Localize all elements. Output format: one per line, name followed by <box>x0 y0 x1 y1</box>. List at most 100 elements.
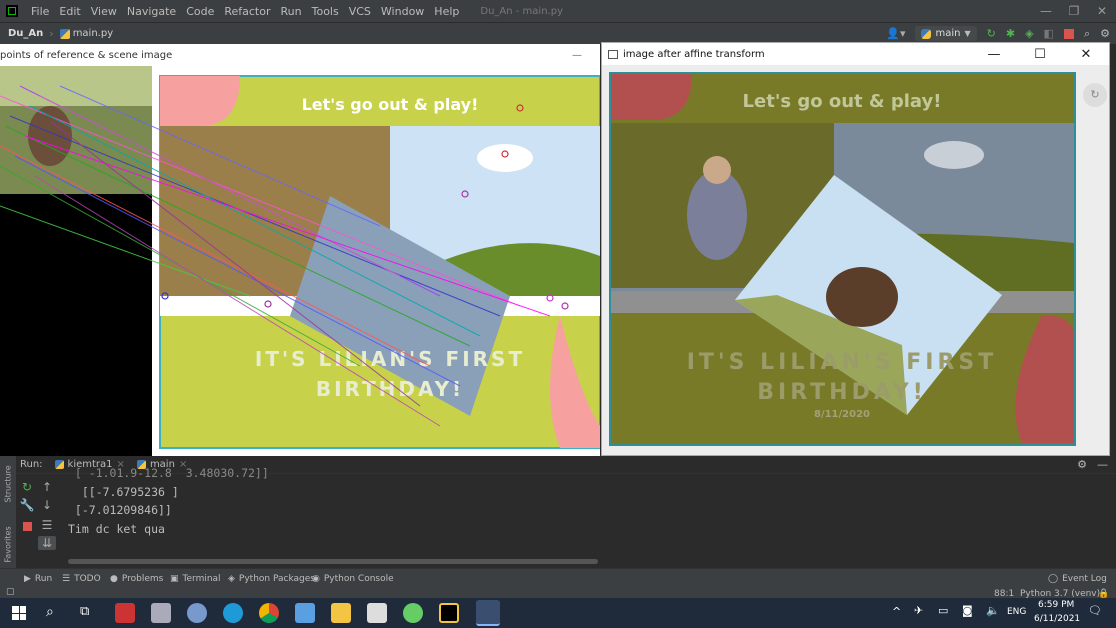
show-hidden-icons[interactable]: ^ <box>892 605 901 618</box>
left-side-strip: Structure Favorites <box>0 456 16 568</box>
taskbar-app-globe-icon[interactable] <box>403 603 423 623</box>
list-icon: ☰ <box>62 574 71 584</box>
menu-edit[interactable]: Edit <box>54 5 85 18</box>
run-config-selector[interactable]: main ▼ <box>915 26 977 41</box>
menu-run[interactable]: Run <box>276 5 307 18</box>
menu-refactor[interactable]: Refactor <box>219 5 275 18</box>
maximize-button[interactable]: ☐ <box>1017 47 1063 62</box>
matches-canvas: Let's go out & play! IT'S LILIAN'S FIRST… <box>0 66 600 458</box>
search-icon[interactable]: ⌕ <box>46 604 54 620</box>
affine-result-window[interactable]: image after affine transform — ☐ ✕ Let's… <box>601 42 1110 456</box>
clock-time[interactable]: 6:59 PM <box>1038 600 1074 610</box>
ide-close-button[interactable]: ✕ <box>1088 4 1116 18</box>
structure-tab[interactable]: Structure <box>4 459 13 502</box>
breadcrumb-file[interactable]: main.py <box>73 28 113 39</box>
taskbar-app-sphere-icon[interactable] <box>187 603 207 623</box>
keypoint-matches-window[interactable]: points of reference & scene image — Let'… <box>0 44 600 458</box>
tab-todo-label: TODO <box>74 574 101 584</box>
transformed-image-canvas: Let's go out & play! IT'S LILIAN'S FIRST… <box>602 65 1109 455</box>
tab-terminal-label: Terminal <box>182 574 221 584</box>
scene-line1: IT'S LILIAN'S FIRST <box>255 347 525 371</box>
refresh-icon[interactable]: ↻ <box>1083 83 1107 107</box>
console-line: [ -1.01.9-12.8 3.48030.72]] <box>68 466 269 480</box>
layout-icon[interactable]: ▢ <box>6 587 15 597</box>
window-app-icon <box>608 49 618 59</box>
event-log-icon: ◯ <box>1048 574 1059 584</box>
tab-python-packages[interactable]: ◈ Python Packages <box>228 574 315 584</box>
stop-icon[interactable] <box>18 520 36 534</box>
network-icon[interactable]: ✈ <box>914 604 923 617</box>
window-title-bar[interactable]: points of reference & scene image — <box>0 44 600 66</box>
breadcrumb-project[interactable]: Du_An <box>8 28 43 39</box>
down-arrow-icon[interactable]: ↓ <box>38 498 56 512</box>
profile-icon[interactable]: ◧ <box>1044 27 1054 40</box>
horizontal-scrollbar[interactable] <box>68 559 598 564</box>
pycharm-icon[interactable] <box>439 603 459 623</box>
close-button[interactable]: ✕ <box>1063 47 1109 62</box>
taskbar-app-bird-icon[interactable] <box>151 603 171 623</box>
tab-problems-label: Problems <box>121 574 164 584</box>
search-icon[interactable]: ⌕ <box>1084 27 1090 41</box>
volume-icon[interactable]: 🔈 <box>986 604 1000 617</box>
run-label: Run: <box>20 459 43 470</box>
scroll-to-end-icon[interactable]: ⇊ <box>38 536 56 550</box>
ide-minimize-button[interactable]: — <box>1032 4 1060 18</box>
window-title-bar[interactable]: image after affine transform — ☐ ✕ <box>602 43 1109 65</box>
user-icon[interactable]: 👤▾ <box>886 27 905 40</box>
task-view-icon[interactable]: ⧉ <box>80 604 89 619</box>
clock-date[interactable]: 6/11/2021 <box>1034 614 1080 624</box>
taskbar-app-flag-icon[interactable] <box>115 603 135 623</box>
up-arrow-icon[interactable]: ↑ <box>38 480 56 494</box>
notification-icon[interactable]: 🗨 <box>1088 604 1102 617</box>
event-log-button[interactable]: ◯ Event Log <box>1048 574 1107 584</box>
camera-icon[interactable]: ◙ <box>962 604 973 617</box>
battery-icon[interactable]: ▭ <box>938 604 948 617</box>
chrome-browser-icon[interactable] <box>259 603 279 623</box>
windows-start-icon[interactable] <box>12 606 26 620</box>
tab-run[interactable]: ▶ Run <box>24 574 52 584</box>
menu-file[interactable]: File <box>26 5 54 18</box>
result-date: 8/11/2020 <box>814 409 870 420</box>
rerun-icon[interactable]: ↻ <box>18 480 36 494</box>
app-logo-icon[interactable] <box>6 5 18 17</box>
python-app-icon[interactable] <box>476 600 500 626</box>
settings-gear-icon[interactable]: ⚙ <box>1077 458 1087 471</box>
debug-icon[interactable]: ✱ <box>1006 27 1015 40</box>
menu-view[interactable]: View <box>86 5 122 18</box>
wrench-icon[interactable]: 🔧 <box>18 498 36 512</box>
minimize-button[interactable]: — <box>554 50 600 61</box>
taskbar-app-grid-icon[interactable] <box>367 603 387 623</box>
menu-window[interactable]: Window <box>376 5 429 18</box>
window-title: points of reference & scene image <box>0 49 173 61</box>
python-icon <box>54 460 64 469</box>
hide-panel-icon[interactable]: — <box>1097 458 1108 471</box>
minimize-button[interactable]: — <box>971 47 1017 62</box>
python-icon <box>921 28 932 39</box>
menu-tools[interactable]: Tools <box>307 5 344 18</box>
language-indicator[interactable]: ENG <box>1007 607 1026 617</box>
console-line: Tim dc ket qua <box>68 522 165 536</box>
rerun-icon[interactable]: ↻ <box>987 27 996 40</box>
menu-code[interactable]: Code <box>181 5 219 18</box>
python-console-icon: ◉ <box>312 574 320 584</box>
tab-python-console[interactable]: ◉ Python Console <box>312 574 394 584</box>
result-line1: IT'S LILIAN'S FIRST <box>687 350 998 375</box>
tab-todo[interactable]: ☰ TODO <box>62 574 101 584</box>
menu-help[interactable]: Help <box>429 5 464 18</box>
settings-gear-icon[interactable]: ⚙ <box>1100 27 1110 40</box>
edge-browser-icon[interactable] <box>223 603 243 623</box>
event-log-label: Event Log <box>1062 574 1107 584</box>
menu-navigate[interactable]: Navigate <box>122 5 181 18</box>
soft-wrap-icon[interactable]: ☰ <box>38 518 56 532</box>
file-explorer-icon[interactable] <box>331 603 351 623</box>
favorites-tab[interactable]: Favorites <box>4 519 13 562</box>
coverage-icon[interactable]: ◈ <box>1025 27 1033 40</box>
taskbar-app-blue-icon[interactable] <box>295 603 315 623</box>
chevron-down-icon: ▼ <box>964 29 971 38</box>
stop-icon[interactable] <box>1063 28 1074 39</box>
menu-vcs[interactable]: VCS <box>344 5 376 18</box>
tab-problems[interactable]: ● Problems <box>110 574 163 584</box>
python-file-icon <box>59 28 70 39</box>
tab-terminal[interactable]: ▣ Terminal <box>170 574 221 584</box>
ide-restore-button[interactable]: ❐ <box>1060 4 1088 18</box>
